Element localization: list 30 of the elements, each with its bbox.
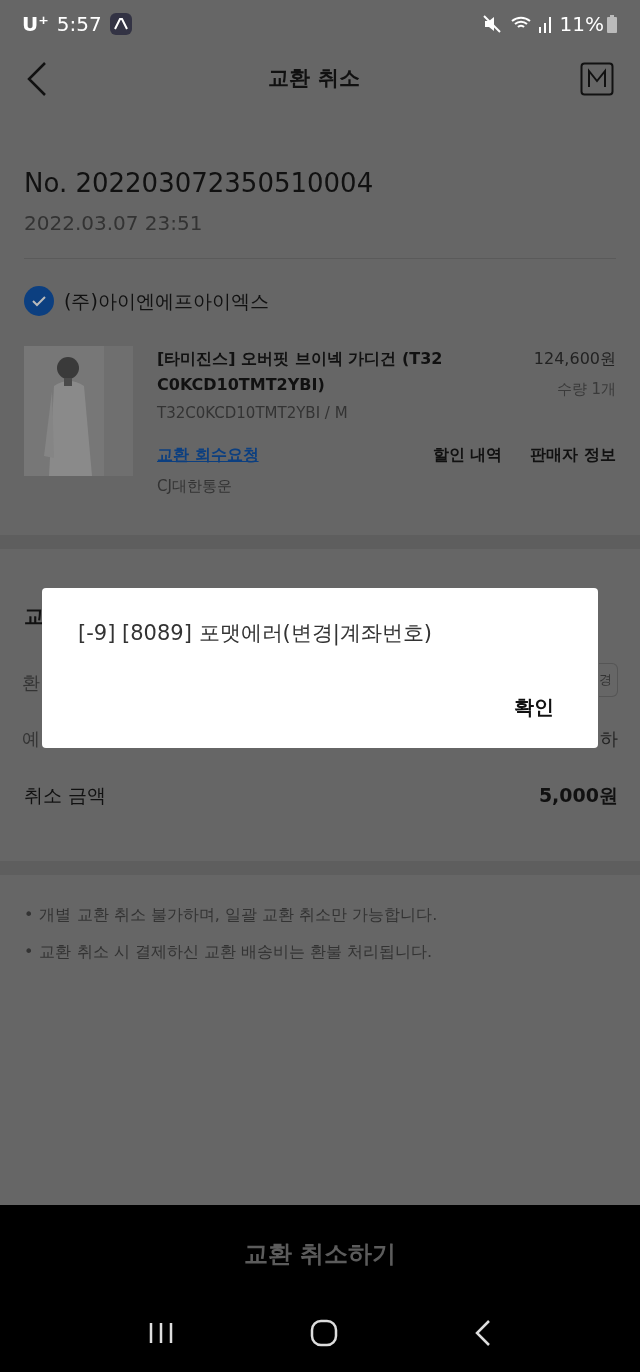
check-icon [31,295,47,307]
seller-name: (주)아이엔에프아이엑스 [64,288,269,314]
home-icon[interactable] [310,1319,338,1347]
cancel-amount: 5,000원 [538,783,618,808]
battery-icon [606,14,618,34]
bullet: • [24,904,34,926]
account-holder: 하 [600,727,618,751]
alert-message: [-9] [8089] 포맷에러(변경|계좌번호) [78,620,432,648]
signal-icon [537,15,554,33]
cancel-exchange-button[interactable]: 교환 취소하기 [243,1236,397,1272]
exchange-pickup-link[interactable]: 교환 회수요청 [157,442,259,467]
menu-box-icon[interactable] [580,62,614,96]
seller-info-link[interactable]: 판매자 정보 [530,442,616,467]
battery-percent: 11% [559,11,604,38]
mute-icon [481,14,502,34]
order-number: No. 202203072350510004 [24,168,375,198]
bullet: • [24,941,34,963]
confirm-button[interactable]: 확인 [514,692,554,722]
page-title: 교환 취소 [268,65,360,93]
app-icon [109,13,132,35]
back-icon[interactable] [474,1319,492,1347]
discount-link[interactable]: 할인 내역 [432,442,503,467]
cancel-amount-label: 취소 금액 [24,783,107,808]
checkbox[interactable] [24,286,54,316]
product-name: [타미진스] 오버핏 브이넥 가디건 (T32 C0KCD10TMT2YBI) [157,348,444,396]
section-title: 교 [24,603,44,630]
carrier: U⁺ [22,11,49,38]
recent-apps-icon[interactable] [148,1321,174,1345]
product-price: 124,600원 [533,348,616,370]
clock: 5:57 [56,11,102,38]
